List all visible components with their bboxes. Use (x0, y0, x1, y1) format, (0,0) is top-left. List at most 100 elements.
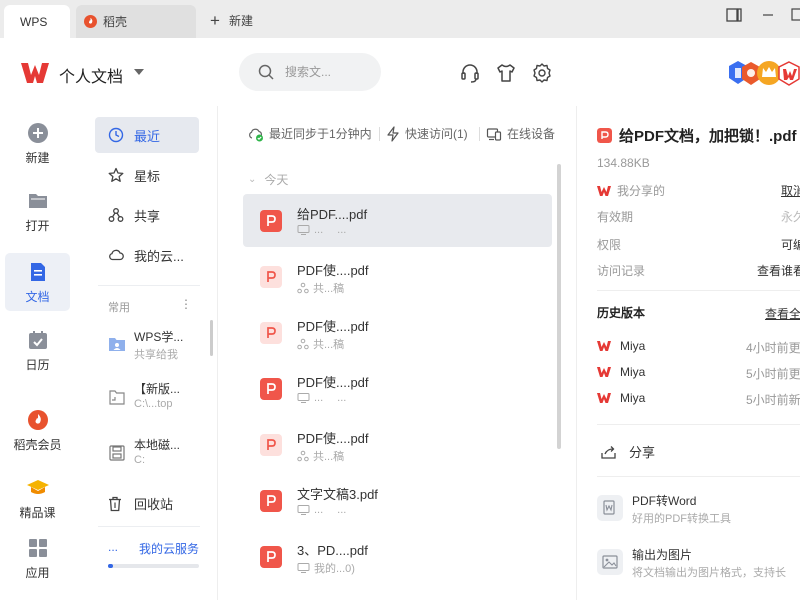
nav-label: 新建 (25, 151, 50, 165)
file-row[interactable]: 3、PD....pdf 我的...0) (243, 530, 552, 583)
favorite-item[interactable]: WPS学... 共享给我 (106, 326, 201, 370)
tshirt-skin-icon[interactable] (495, 62, 517, 84)
cloud-service-link[interactable]: 我的云服务 (139, 540, 199, 557)
cloud-ellipsis: ... (108, 540, 119, 554)
share-button[interactable]: 分享 (601, 442, 655, 461)
sidebar-item-my-cloud[interactable]: 我的云... (95, 237, 199, 273)
share-icon (297, 282, 309, 294)
nav-item-open[interactable]: 打开 (5, 182, 70, 240)
membership-badges-icon[interactable] (727, 58, 800, 88)
file-meta-location: ... (314, 224, 324, 236)
file-name: PDF使....pdf (297, 375, 369, 390)
search-input[interactable] (285, 62, 371, 82)
nav-item-documents[interactable]: 文档 (5, 253, 70, 311)
search-box[interactable] (239, 53, 381, 91)
nav-label: 打开 (25, 219, 50, 233)
sidebar-item-recent[interactable]: 最近 (95, 117, 199, 153)
file-row[interactable]: 给PDF....pdf...... (243, 194, 552, 247)
nav-item-courses[interactable]: 精品课 (5, 469, 70, 527)
tool-title: 输出为图片 (632, 548, 693, 562)
headset-icon[interactable] (459, 62, 481, 84)
history-item[interactable]: Miya 5小时前新 (597, 391, 800, 409)
file-row[interactable]: 文字文稿3.pdf...... (243, 474, 552, 527)
tab-wps[interactable]: WPS (4, 5, 70, 38)
trash-icon (109, 496, 121, 511)
file-row[interactable]: PDF使....pdf 共...稿 (243, 418, 552, 471)
history-item[interactable]: Miya 5小时前更 (597, 365, 800, 383)
group-header-today[interactable]: ⌄ 今天 (248, 171, 288, 188)
online-devices-button[interactable]: 在线设备 (486, 125, 555, 142)
sync-status-bar: 最近同步于1分钟内 快速访问(1) 在线设备 (219, 106, 576, 162)
tab-daoke[interactable]: 稻壳 (76, 5, 196, 38)
file-row[interactable]: PDF使....pdf...... (243, 362, 552, 415)
file-name: 3、PD....pdf (297, 543, 368, 558)
sync-status[interactable]: 最近同步于1分钟内 (248, 125, 372, 142)
new-tab-button[interactable]: + 新建 (210, 5, 253, 35)
cancel-share-link[interactable]: 取消分 (737, 182, 800, 199)
wps-logo-icon (597, 367, 611, 377)
sidebar-item-starred[interactable]: 星标 (95, 157, 199, 193)
quick-access-button[interactable]: 快速访问(1) (386, 125, 468, 142)
tool-title: PDF转Word (632, 494, 697, 508)
local-folder-icon (109, 390, 125, 405)
tool-export-image[interactable]: 输出为图片 将文档输出为图片格式，支持长 (597, 546, 800, 586)
favorite-title: 本地磁... (134, 438, 181, 452)
pdf-file-icon (260, 210, 282, 232)
wps-logo-icon (597, 393, 611, 403)
chevron-down-icon[interactable] (134, 69, 144, 75)
view-visitors-link[interactable]: 查看谁看过 (737, 262, 800, 279)
sidebar-item-trash[interactable]: 回收站 (108, 494, 173, 513)
history-item[interactable]: Miya 4小时前更 (597, 339, 800, 357)
nav-item-apps[interactable]: 应用 (5, 529, 70, 587)
favorite-item[interactable]: 本地磁... C: (106, 434, 201, 478)
permission-value[interactable]: 可编辑 (737, 236, 800, 253)
view-all-history-link[interactable]: 查看全 (765, 305, 800, 322)
sidebar-item-label: 回收站 (134, 497, 174, 512)
history-user-name: Miya (620, 365, 646, 379)
file-meta: ...... (297, 504, 346, 516)
info-key-label: 有效期 (597, 210, 634, 224)
detail-filename: 给PDF文档，加把锁！.pdf (619, 128, 797, 145)
detail-title: 给PDF文档，加把锁！.pdf (597, 125, 797, 146)
folder-icon (28, 194, 47, 208)
clock-icon (108, 127, 124, 143)
file-meta: 共...稿 (297, 448, 344, 464)
nav-item-daoke-member[interactable]: 稻壳会员 (5, 401, 70, 459)
divider (98, 526, 200, 527)
maximize-icon[interactable] (788, 6, 800, 24)
info-value: 永久有 (780, 210, 800, 224)
wps-logo-icon[interactable] (20, 60, 50, 86)
quick-access-label: 快速访问(1) (405, 127, 468, 141)
favorite-item[interactable]: 【新版... C:\...top (106, 378, 201, 422)
tool-pdf-to-word[interactable]: PDF转Word 好用的PDF转换工具 (597, 492, 800, 532)
sidebar-item-shared[interactable]: 共享 (95, 197, 199, 233)
more-options-icon[interactable]: ⋮ (180, 297, 192, 311)
file-list-panel: 最近同步于1分钟内 快速访问(1) 在线设备 ⌄ 今天 给PDF....pdf.… (219, 106, 576, 600)
pdf-file-icon (260, 266, 282, 288)
plus-icon: + (210, 10, 220, 30)
sidebar-layout-icon[interactable] (724, 6, 744, 24)
history-user: Miya (597, 365, 645, 379)
pdf-file-icon (260, 378, 282, 400)
nav-item-calendar[interactable]: 日历 (5, 321, 70, 379)
minimize-icon[interactable] (758, 6, 778, 24)
pdf-to-word-icon (597, 495, 623, 521)
nav-item-new[interactable]: 新建 (5, 114, 70, 172)
nav-label: 日历 (25, 358, 50, 372)
file-list-scrollbar[interactable] (557, 164, 561, 449)
gear-icon[interactable] (531, 62, 553, 84)
nav-label: 应用 (25, 566, 50, 580)
history-time: 4小时前更 (746, 341, 800, 355)
new-tab-label: 新建 (228, 13, 253, 28)
workspace-title[interactable]: 个人文档 (59, 63, 123, 87)
favorite-title: WPS学... (134, 330, 184, 344)
apps-grid-icon (28, 539, 47, 557)
history-time: 5小时前新 (746, 393, 800, 407)
sidebar-scrollbar[interactable] (210, 320, 213, 356)
devices-icon (486, 127, 502, 141)
file-row[interactable]: PDF使....pdf 共...稿 (243, 250, 552, 303)
file-meta-location: 共...稿 (313, 283, 345, 295)
file-row[interactable]: PDF使....pdf 共...稿 (243, 306, 552, 359)
favorite-subtitle: 共享给我 (134, 349, 178, 361)
pdf-file-icon (597, 128, 612, 143)
